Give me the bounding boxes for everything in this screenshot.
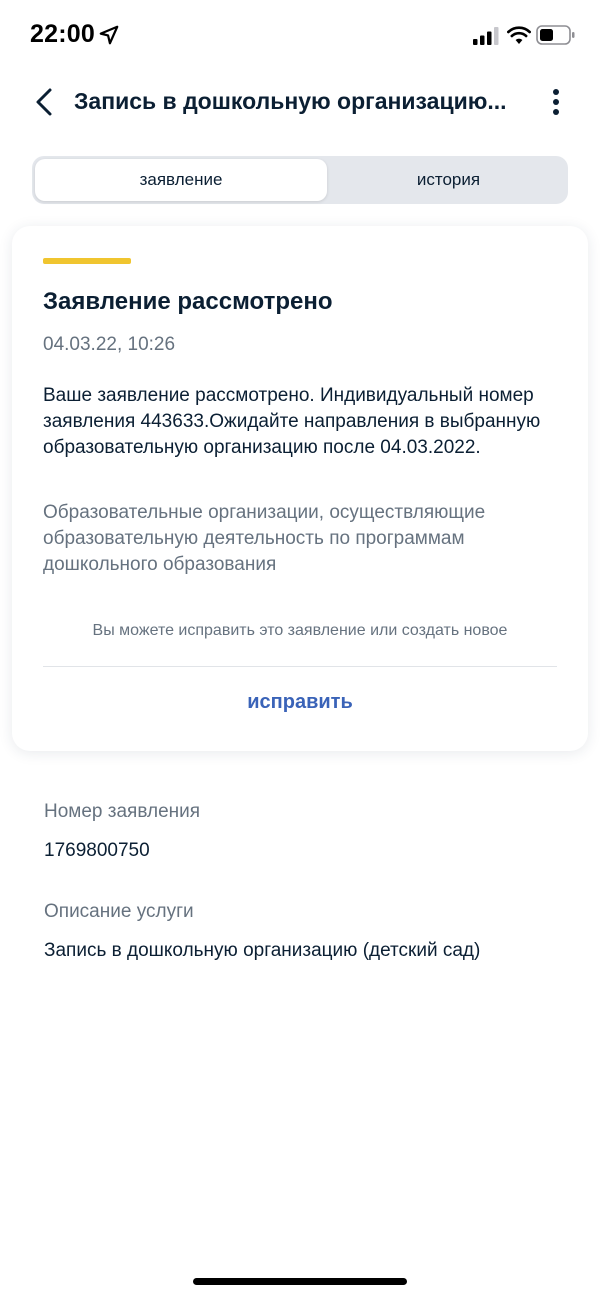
cellular-signal-icon (473, 27, 499, 45)
service-description-value: Запись в дошкольную организацию (детский… (44, 940, 481, 961)
app-header: Запись в дошкольную организацию... (0, 78, 600, 126)
home-indicator[interactable] (193, 1278, 407, 1285)
chevron-left-icon[interactable] (30, 84, 62, 120)
edit-button[interactable]: исправить (43, 691, 557, 714)
tab-history[interactable]: история (332, 159, 565, 201)
more-vertical-icon[interactable] (544, 84, 568, 120)
application-number-label: Номер заявления (44, 801, 201, 822)
status-accent-bar (43, 258, 131, 264)
status-title: Заявление рассмотрено (43, 288, 333, 315)
service-description-label: Описание услуги (44, 901, 194, 922)
page-title: Запись в дошкольную организацию... (74, 88, 507, 114)
status-bar: 22:00 (0, 0, 600, 72)
segmented-tabs: заявление история (32, 156, 568, 204)
location-arrow-icon (99, 25, 119, 45)
divider (43, 666, 557, 667)
status-card: Заявление рассмотрено 04.03.22, 10:26 Ва… (12, 226, 588, 751)
battery-icon (536, 25, 575, 45)
tab-application[interactable]: заявление (35, 159, 327, 201)
organization-note: Образовательные организации, осуществляю… (43, 502, 486, 575)
status-time: 22:00 (30, 20, 95, 48)
edit-hint: Вы можете исправить это заявление или со… (92, 622, 508, 639)
status-description: Ваше заявление рассмотрено. Индивидуальн… (43, 385, 541, 458)
application-number-value: 1769800750 (44, 840, 150, 861)
wifi-icon (507, 26, 531, 44)
status-date: 04.03.22, 10:26 (43, 334, 176, 355)
